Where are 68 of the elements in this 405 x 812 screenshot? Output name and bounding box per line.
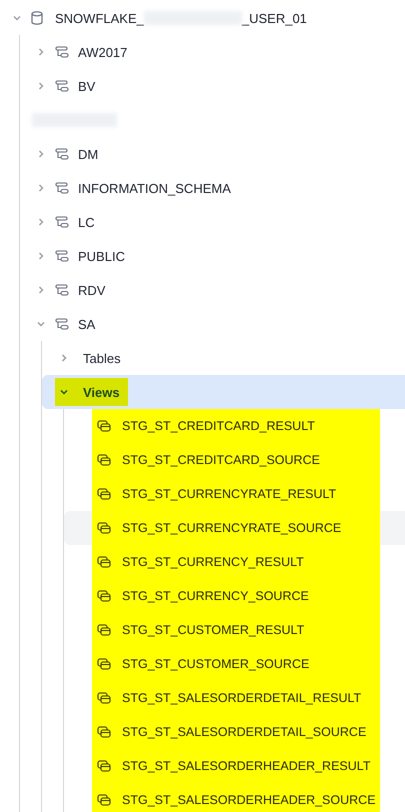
schema-row[interactable]: AW2017	[20, 35, 405, 69]
schema-name: INFORMATION_SCHEMA	[78, 180, 231, 196]
schema-name: DM	[78, 146, 98, 162]
view-item[interactable]: STG_ST_SALESORDERHEADER_SOURCE	[92, 783, 380, 812]
schema-name: SA	[78, 316, 96, 332]
view-name: STG_ST_SALESORDERDETAIL_RESULT	[122, 691, 362, 705]
view-icon	[97, 794, 111, 806]
view-name: STG_ST_CURRENCYRATE_RESULT	[122, 487, 336, 501]
schema-row[interactable]: PUBLIC	[20, 239, 405, 273]
view-name: STG_ST_CURRENCY_SOURCE	[122, 589, 309, 603]
schema-icon	[55, 284, 69, 296]
folder-name: Views	[83, 384, 120, 400]
view-name: STG_ST_SALESORDERDETAIL_SOURCE	[122, 725, 366, 739]
folder-row[interactable]: Tables	[42, 341, 405, 375]
view-name: STG_ST_CUSTOMER_RESULT	[122, 623, 304, 637]
schema-name: AW2017	[78, 44, 128, 60]
database-row[interactable]: SNOWFLAKE_ _USER_01	[0, 1, 405, 35]
view-item[interactable]: STG_ST_CREDITCARD_RESULT	[92, 409, 380, 443]
view-icon	[97, 692, 111, 704]
view-item[interactable]: STG_ST_CURRENCYRATE_RESULT	[92, 477, 380, 511]
view-icon	[97, 624, 111, 636]
schema-name: LC	[78, 214, 95, 230]
folder-name: Tables	[83, 350, 121, 366]
view-item[interactable]: STG_ST_SALESORDERDETAIL_SOURCE	[92, 715, 380, 749]
view-name: STG_ST_CREDITCARD_SOURCE	[122, 453, 320, 467]
view-icon	[97, 420, 111, 432]
view-icon	[97, 522, 111, 534]
database-name: SNOWFLAKE_	[55, 10, 144, 26]
schema-icon	[55, 182, 69, 194]
schema-row[interactable]: RDV	[20, 273, 405, 307]
view-icon	[97, 760, 111, 772]
schema-icon	[55, 46, 69, 58]
view-icon	[97, 658, 111, 670]
view-item[interactable]: STG_ST_SALESORDERHEADER_RESULT	[92, 749, 380, 783]
view-item[interactable]: STG_ST_CURRENCY_RESULT	[92, 545, 380, 579]
view-item[interactable]: STG_ST_CUSTOMER_SOURCE	[92, 647, 380, 681]
schema-row[interactable]: LC	[20, 205, 405, 239]
view-item[interactable]: STG_ST_SALESORDERDETAIL_RESULT	[92, 681, 380, 715]
view-icon	[97, 590, 111, 602]
schema-icon	[55, 80, 69, 92]
view-name: STG_ST_CURRENCY_RESULT	[122, 555, 304, 569]
view-name: STG_ST_SALESORDERHEADER_RESULT	[122, 759, 370, 773]
view-name: STG_ST_CUSTOMER_SOURCE	[122, 657, 310, 671]
schema-icon	[55, 318, 69, 330]
view-icon	[97, 454, 111, 466]
schema-row[interactable]: INFORMATION_SCHEMA	[20, 171, 405, 205]
schema-row[interactable]: BV	[20, 69, 405, 103]
database-icon	[31, 11, 43, 25]
view-icon	[97, 726, 111, 738]
database-name-suffix: _USER_01	[242, 10, 307, 26]
schema-name: BV	[78, 78, 96, 94]
view-item[interactable]: STG_ST_CURRENCY_SOURCE	[92, 579, 380, 613]
view-icon	[97, 488, 111, 500]
view-name: STG_ST_CURRENCYRATE_SOURCE	[122, 521, 342, 535]
view-item[interactable]: STG_ST_CUSTOMER_RESULT	[92, 613, 380, 647]
schema-icon	[55, 250, 69, 262]
view-icon	[97, 556, 111, 568]
schema-name: PUBLIC	[78, 248, 125, 264]
schema-row[interactable]: SA	[20, 307, 405, 341]
schema-row[interactable]: DM	[20, 137, 405, 171]
schema-icon	[55, 216, 69, 228]
view-name: STG_ST_CREDITCARD_RESULT	[122, 419, 315, 433]
folder-row[interactable]: Views	[42, 375, 405, 409]
schema-name: RDV	[78, 282, 106, 298]
schema-icon	[55, 148, 69, 160]
view-item[interactable]: STG_ST_CREDITCARD_SOURCE	[92, 443, 380, 477]
view-name: STG_ST_SALESORDERHEADER_SOURCE	[122, 793, 376, 807]
view-item[interactable]: STG_ST_CURRENCYRATE_SOURCE	[92, 511, 380, 545]
